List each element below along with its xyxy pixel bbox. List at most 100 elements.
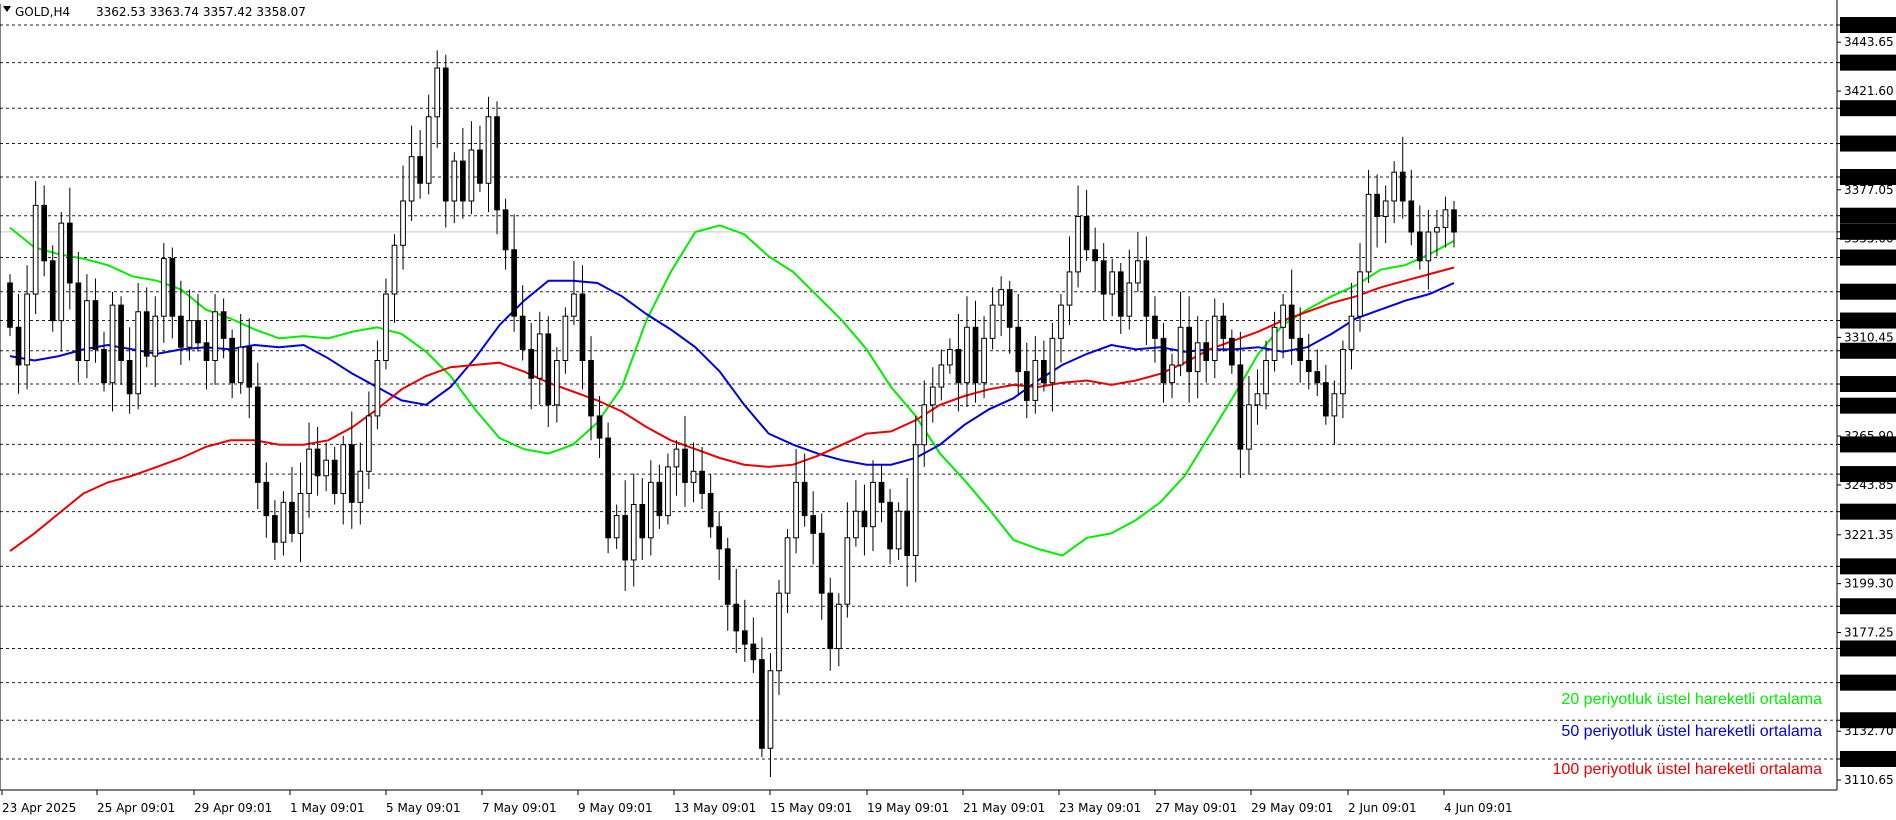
candle-body xyxy=(596,415,603,439)
candle-body xyxy=(494,116,500,211)
price-chart[interactable]: 3451.423434.443413.873397.923382.833365.… xyxy=(0,0,1896,820)
candle-body xyxy=(263,481,270,517)
candle-body xyxy=(442,67,449,202)
candle-body xyxy=(1271,326,1278,362)
candle-body xyxy=(784,537,791,594)
candle-body xyxy=(366,415,372,472)
candle-body xyxy=(699,470,705,494)
candle-body xyxy=(434,67,441,118)
candle-body xyxy=(49,260,56,322)
legend: 20 periyotluk üstel hareketli ortalama 5… xyxy=(1553,691,1823,778)
candle-body xyxy=(989,304,996,339)
price-level-label: 3413.87 xyxy=(1844,101,1894,115)
candle-body xyxy=(502,209,509,251)
candle-body xyxy=(622,515,629,561)
candle-body xyxy=(938,364,945,388)
candle-body xyxy=(1066,271,1073,306)
candle-body xyxy=(323,459,329,477)
candle-body xyxy=(246,346,253,388)
price-level-label: 3346.48 xyxy=(1844,251,1894,265)
candle-body xyxy=(1391,171,1398,202)
candle-body xyxy=(477,149,483,184)
candle-body xyxy=(1382,200,1389,217)
candle-body xyxy=(613,515,620,539)
candle-body xyxy=(1340,348,1346,395)
price-level-label: 3289.39 xyxy=(1844,377,1894,391)
candle-body xyxy=(118,304,124,362)
candle-body xyxy=(733,603,740,632)
candle-body xyxy=(1357,271,1363,317)
time-tick-label: 1 May 09:01 xyxy=(290,801,365,815)
candle-body xyxy=(818,532,825,594)
candle-body xyxy=(690,470,697,483)
time-tick-label: 29 May 09:01 xyxy=(1251,801,1333,815)
price-tick-label: 3310.45 xyxy=(1844,330,1894,344)
candle-body xyxy=(1408,200,1415,233)
candle-body xyxy=(1228,337,1235,366)
candle-body xyxy=(408,156,415,202)
candle-body xyxy=(1280,304,1286,328)
candle-body xyxy=(75,282,82,362)
candle-body xyxy=(1075,215,1081,273)
candle-body xyxy=(32,204,39,295)
candle-body xyxy=(15,326,22,366)
candle-body xyxy=(152,315,159,357)
candle-body xyxy=(545,333,552,406)
candle-body xyxy=(1288,304,1295,339)
candle-body xyxy=(1220,315,1227,339)
price-level-label: 3120.16 xyxy=(1844,752,1894,766)
candle-body xyxy=(1399,171,1406,202)
candle-body xyxy=(1348,315,1355,350)
candle-body xyxy=(835,603,842,650)
candle-body xyxy=(186,320,193,348)
candle-body xyxy=(1041,360,1047,384)
candle-body xyxy=(741,630,748,645)
price-tick-label: 3177.25 xyxy=(1844,626,1894,640)
candle-body xyxy=(1365,193,1372,273)
candle-body xyxy=(1109,271,1116,295)
legend-ema100: 100 periyotluk üstel hareketli ortalama xyxy=(1553,761,1823,778)
candle-body xyxy=(887,501,893,550)
candle-body xyxy=(383,293,389,362)
candle-body xyxy=(109,304,116,384)
candle-body xyxy=(519,315,526,350)
candle-body xyxy=(314,448,321,477)
candle-body xyxy=(750,643,757,661)
candle-body xyxy=(451,160,458,202)
candle-body xyxy=(605,437,611,539)
price-tick-label: 3199.30 xyxy=(1844,577,1894,591)
candle-body xyxy=(340,444,347,494)
candle-body xyxy=(460,160,466,202)
chart-header: GOLD,H4 3362.53 3363.74 3357.42 3358.07 xyxy=(3,5,306,19)
candle-body xyxy=(143,311,150,357)
candle-body xyxy=(1186,326,1192,373)
price-level-label: 3154.62 xyxy=(1844,676,1894,690)
candle-body xyxy=(1058,304,1064,339)
candle-body xyxy=(981,337,987,384)
legend-ema50: 50 periyotluk üstel hareketli ortalama xyxy=(1561,723,1822,740)
candle-body xyxy=(707,492,714,528)
candle-body xyxy=(553,360,560,406)
candle-body xyxy=(289,501,295,534)
legend-ema20: 20 periyotluk üstel hareketli ortalama xyxy=(1561,691,1822,708)
time-tick-label: 23 May 09:01 xyxy=(1059,801,1141,815)
candle-body xyxy=(331,459,338,494)
candle-body xyxy=(528,348,535,379)
candle-body xyxy=(904,510,911,557)
price-level-label: 3451.42 xyxy=(1844,18,1894,32)
candle-body xyxy=(357,470,364,503)
candle-body xyxy=(220,311,227,339)
time-tick-label: 23 Apr 2025 xyxy=(2,801,76,815)
candle-body xyxy=(1211,315,1218,362)
candle-body xyxy=(400,200,406,246)
candle-body xyxy=(1425,231,1432,262)
candle-body xyxy=(912,444,919,557)
price-tick-label: 3110.65 xyxy=(1844,773,1894,787)
candle-body xyxy=(1006,289,1013,328)
price-tick-label: 3355.00 xyxy=(1844,232,1894,246)
candle-body xyxy=(1254,393,1261,406)
price-level-label: 3365.35 xyxy=(1844,209,1894,223)
candle-body xyxy=(135,311,142,395)
price-tick-label: 3265.90 xyxy=(1844,429,1894,443)
price-tick-label: 3421.60 xyxy=(1844,84,1894,98)
